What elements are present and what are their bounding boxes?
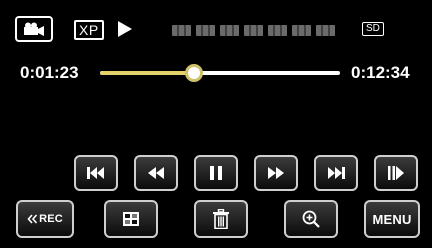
- video-camera-icon: [24, 22, 44, 36]
- media-badge: SD: [362, 22, 384, 36]
- skip-to-end-button[interactable]: [314, 155, 358, 191]
- slow-motion-button[interactable]: [374, 155, 418, 191]
- menu-label: MENU: [372, 211, 412, 227]
- double-chevron-left-icon: [27, 214, 38, 224]
- play-status: [117, 20, 133, 43]
- rewind-icon: [148, 167, 164, 179]
- zoom-in-icon: [302, 210, 320, 228]
- total-time: 0:12:34: [351, 63, 410, 82]
- rec-label: REC: [39, 213, 63, 225]
- seek-bar-progress: [100, 71, 194, 75]
- seek-bar[interactable]: [100, 64, 340, 82]
- recording-date-time: [172, 25, 335, 36]
- skip-to-start-button[interactable]: [74, 155, 118, 191]
- skip-to-start-icon: [87, 167, 104, 179]
- index-button[interactable]: [104, 200, 158, 238]
- pause-button[interactable]: [194, 155, 238, 191]
- menu-button[interactable]: MENU: [364, 200, 420, 238]
- index-grid-icon: [123, 212, 139, 226]
- delete-button[interactable]: [194, 200, 248, 238]
- quality-indicator: XP: [74, 20, 104, 40]
- play-icon: [118, 21, 132, 37]
- pause-icon: [210, 166, 222, 180]
- skip-to-end-icon: [328, 167, 345, 179]
- zoom-button[interactable]: [284, 200, 338, 238]
- trash-icon: [213, 209, 229, 229]
- elapsed-time: 0:01:23: [20, 63, 79, 82]
- slow-motion-icon: [388, 166, 404, 180]
- fast-forward-button[interactable]: [254, 155, 298, 191]
- video-mode-button[interactable]: [15, 16, 53, 42]
- rewind-button[interactable]: [134, 155, 178, 191]
- seek-bar-thumb[interactable]: [184, 64, 203, 82]
- fast-forward-icon: [268, 167, 284, 179]
- rec-mode-button[interactable]: REC: [16, 200, 74, 238]
- playback-screen: XP SD 0:01:23 0:12:34 REC MENU: [0, 0, 432, 248]
